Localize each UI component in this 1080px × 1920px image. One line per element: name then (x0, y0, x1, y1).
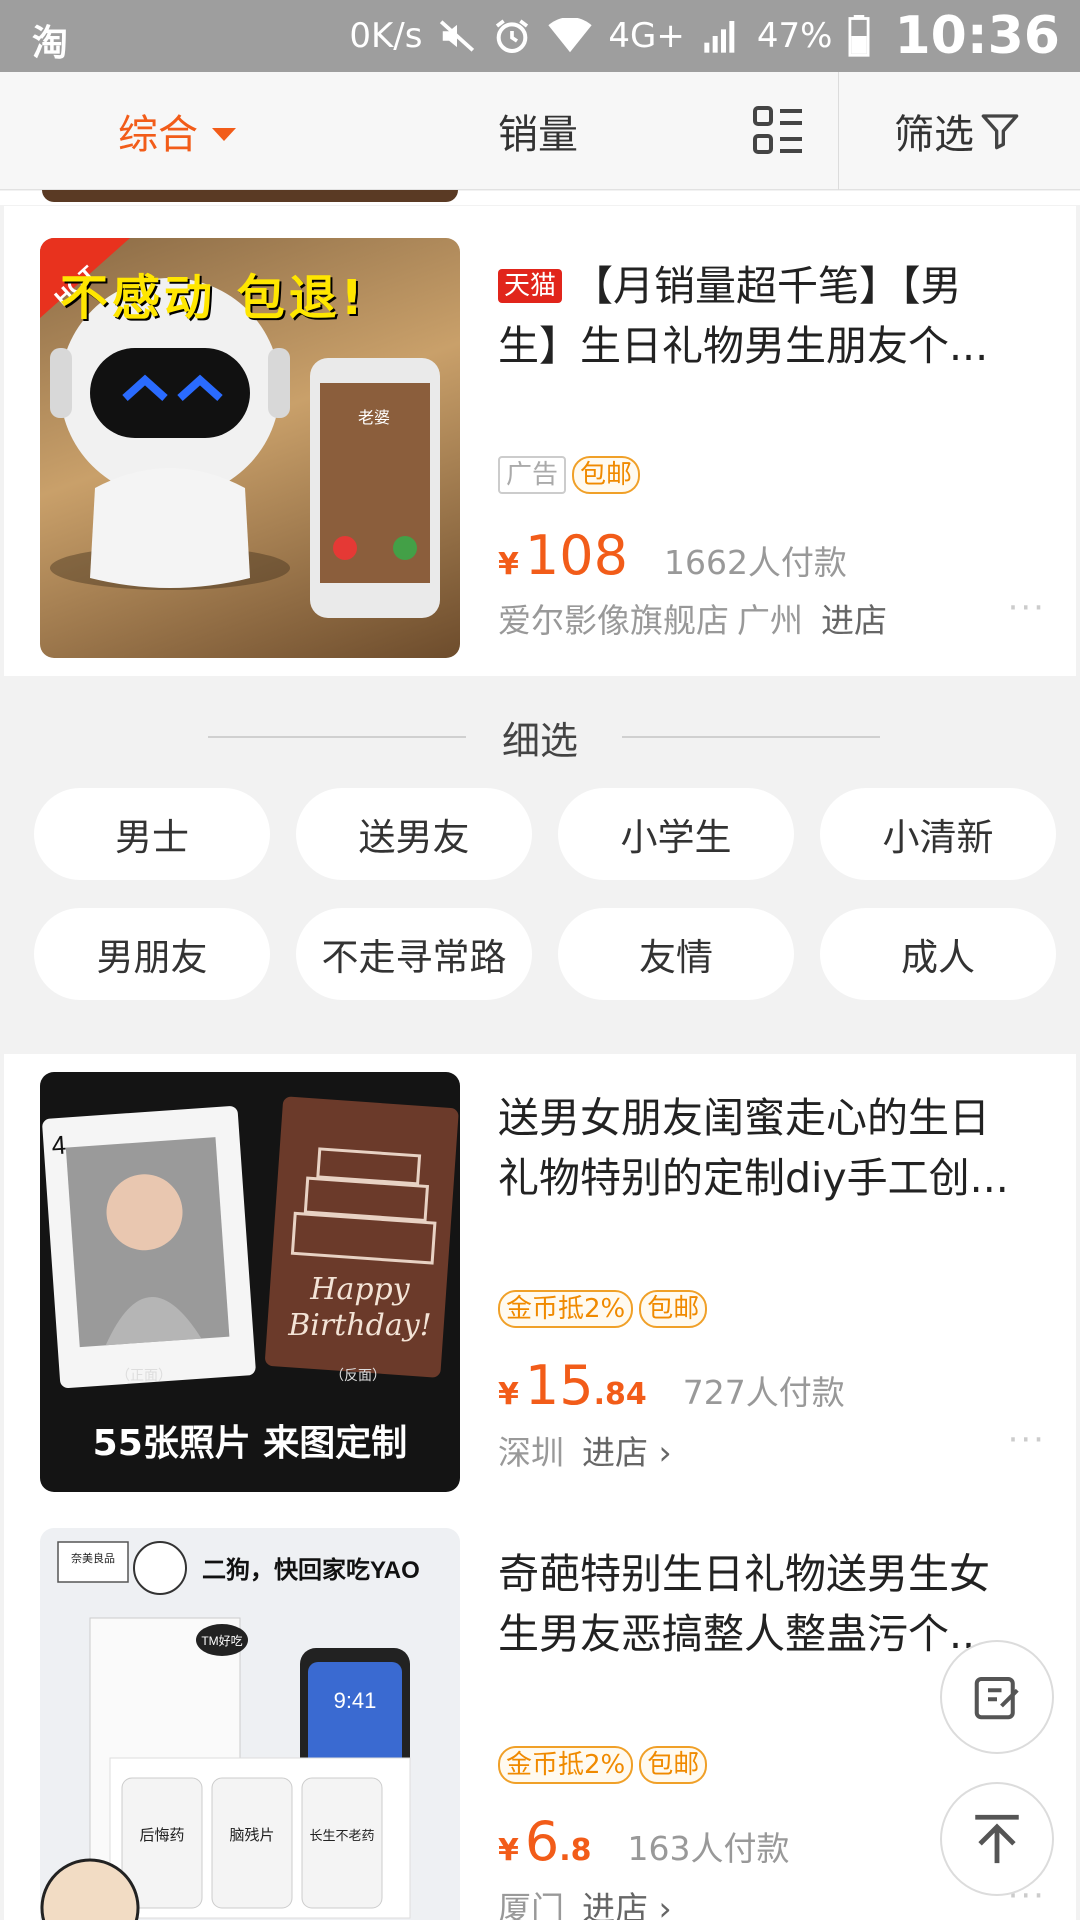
net-speed: 0K/s (349, 16, 423, 56)
product-card[interactable]: 4 （正面） （反面） Happy Birthday! 55张照片 来图定制 送… (4, 1054, 1076, 1510)
enter-shop-link[interactable]: 进店 (821, 594, 887, 642)
product-title[interactable]: 奇葩特别生日礼物送男生女生男友恶搞整人整蛊污个... (498, 1544, 1014, 1664)
shop-line: 爱尔影像旗舰店 广州 进店 (498, 594, 887, 642)
feedback-button[interactable] (940, 1640, 1054, 1754)
bottle-label: 脑残片 (229, 1827, 274, 1844)
image-caption: 55张照片 来图定制 (92, 1423, 408, 1464)
front-label: （正面） (116, 1367, 172, 1383)
sort-bar: 综合 销量 筛选 (0, 72, 1080, 190)
shop-city: 深圳 (498, 1433, 564, 1472)
refine-chip[interactable]: 不走寻常路 (296, 908, 532, 1000)
network-type: 4G+ (608, 16, 685, 56)
free-shipping-badge: 包邮 (639, 1746, 708, 1784)
shop-line: 厦门 进店 › (498, 1882, 672, 1920)
product-card[interactable]: HOT 老婆 不感动 包退! 天猫 【月销量超千笔】【男生】生日礼物男生朋友个..… (4, 206, 1076, 676)
coin-discount-badge: 金币抵2% (498, 1290, 634, 1328)
filter-label: 筛选 (894, 112, 974, 158)
phone-caller-label: 老婆 (358, 409, 390, 427)
price: 108 (524, 524, 628, 587)
product-title[interactable]: 天猫 【月销量超千笔】【男生】生日礼物男生朋友个... (498, 256, 1014, 376)
paid-count: 727人付款 (682, 1373, 845, 1412)
tmall-tag: 天猫 (498, 269, 563, 303)
currency-symbol: ¥ (498, 1833, 519, 1868)
refine-section: 细选 男士 送男友 小学生 小清新 男朋友 不走寻常路 友情 成人 (0, 676, 1080, 1054)
list-view-toggle-icon[interactable] (752, 72, 804, 190)
paid-count: 163人付款 (627, 1829, 790, 1868)
shop-city: 广州 (737, 601, 803, 640)
refine-chip[interactable]: 友情 (558, 908, 794, 1000)
shop-name: 爱尔影像旗舰店 (498, 601, 729, 640)
battery-percent: 47% (756, 16, 833, 56)
price-line: ¥ 108 1662人付款 (498, 524, 847, 587)
caret-down-icon (212, 127, 236, 141)
bubble-text: 二狗，快回家吃YAO (202, 1556, 420, 1584)
badge-row: 广告 包邮 (498, 456, 641, 494)
sort-comprehensive-tab[interactable]: 综合 (118, 72, 236, 190)
taobao-app-icon: 淘 (32, 23, 69, 64)
wifi-icon (548, 18, 593, 54)
status-bar: 淘 0K/s 4G+ 47% 10:36 (0, 0, 1080, 72)
signal-icon (701, 16, 741, 56)
back-to-top-icon (975, 1814, 1019, 1864)
refine-chip[interactable]: 小清新 (820, 788, 1056, 880)
refine-chip[interactable]: 送男友 (296, 788, 532, 880)
more-options-icon[interactable]: ··· (1008, 588, 1046, 628)
filter-button[interactable]: 筛选 (894, 72, 1020, 190)
refine-title: 细选 (501, 719, 578, 763)
sticker-text: TM好吃 (201, 1634, 242, 1648)
enter-shop-link[interactable]: 进店 › (582, 1426, 672, 1474)
product-title[interactable]: 送男女朋友闺蜜走心的生日礼物特别的定制diy手工创... (498, 1088, 1014, 1208)
refine-chip[interactable]: 男朋友 (34, 908, 270, 1000)
currency-symbol: ¥ (498, 1377, 519, 1412)
bottle-label: 长生不老药 (309, 1828, 374, 1843)
edit-icon (974, 1676, 1019, 1720)
bottle-label: 后悔药 (139, 1827, 184, 1844)
badge-row: 金币抵2% 包邮 (498, 1290, 708, 1328)
paid-count: 1662人付款 (663, 543, 847, 582)
price-decimal: .8 (559, 1833, 592, 1868)
brand-label: 奈美良品 (71, 1551, 115, 1565)
back-label: （反面） (330, 1367, 386, 1383)
sort-sales-tab[interactable]: 销量 (498, 72, 578, 190)
shop-line: 深圳 进店 › (498, 1426, 672, 1474)
back-to-top-button[interactable] (940, 1782, 1054, 1896)
currency-symbol: ¥ (498, 547, 519, 582)
coin-discount-badge: 金币抵2% (498, 1746, 634, 1784)
alarm-icon (492, 16, 532, 56)
price-integer: 15 (524, 1354, 594, 1417)
sort-divider (838, 72, 839, 190)
price-line: ¥ 15 .84 727人付款 (498, 1354, 845, 1417)
image-headline: 不感动 包退! (60, 270, 367, 326)
filter-funnel-icon (981, 114, 1019, 150)
free-shipping-badge: 包邮 (639, 1290, 708, 1328)
sort-sales-label: 销量 (498, 112, 578, 158)
refine-chip[interactable]: 成人 (820, 908, 1056, 1000)
battery-icon (848, 15, 870, 57)
enter-shop-link[interactable]: 进店 › (582, 1882, 672, 1920)
mute-icon (438, 17, 476, 55)
refine-chip[interactable]: 小学生 (558, 788, 794, 880)
product-card[interactable]: 奈美良品 二狗，快回家吃YAO 9:41 TM好吃 后悔药 脑残片 长生不老药 … (4, 1510, 1076, 1920)
product-image[interactable]: HOT 老婆 不感动 包退! (40, 238, 460, 658)
product-image[interactable]: 4 （正面） （反面） Happy Birthday! 55张照片 来图定制 (40, 1072, 460, 1492)
free-shipping-badge: 包邮 (572, 456, 641, 494)
badge-row: 金币抵2% 包邮 (498, 1746, 708, 1784)
shop-city: 厦门 (498, 1889, 564, 1920)
refine-chip[interactable]: 男士 (34, 788, 270, 880)
price-integer: 6 (524, 1810, 560, 1873)
previous-product-image-edge (42, 190, 458, 202)
sort-comprehensive-label: 综合 (118, 112, 198, 158)
product-title-text: 【月销量超千笔】【男生】生日礼物男生朋友个... (498, 262, 989, 370)
card-rank: 4 (51, 1130, 68, 1161)
product-image[interactable]: 奈美良品 二狗，快回家吃YAO 9:41 TM好吃 后悔药 脑残片 长生不老药 (40, 1528, 460, 1920)
price-decimal: .84 (593, 1377, 647, 1412)
ad-badge: 广告 (498, 456, 567, 494)
clock: 10:36 (894, 6, 1060, 66)
refine-divider-right (622, 736, 880, 738)
birthday-text: Happy Birthday! (288, 1272, 432, 1343)
more-options-icon[interactable]: ··· (1008, 1420, 1046, 1460)
price-line: ¥ 6 .8 163人付款 (498, 1810, 790, 1873)
phone-time: 9:41 (334, 1688, 377, 1713)
